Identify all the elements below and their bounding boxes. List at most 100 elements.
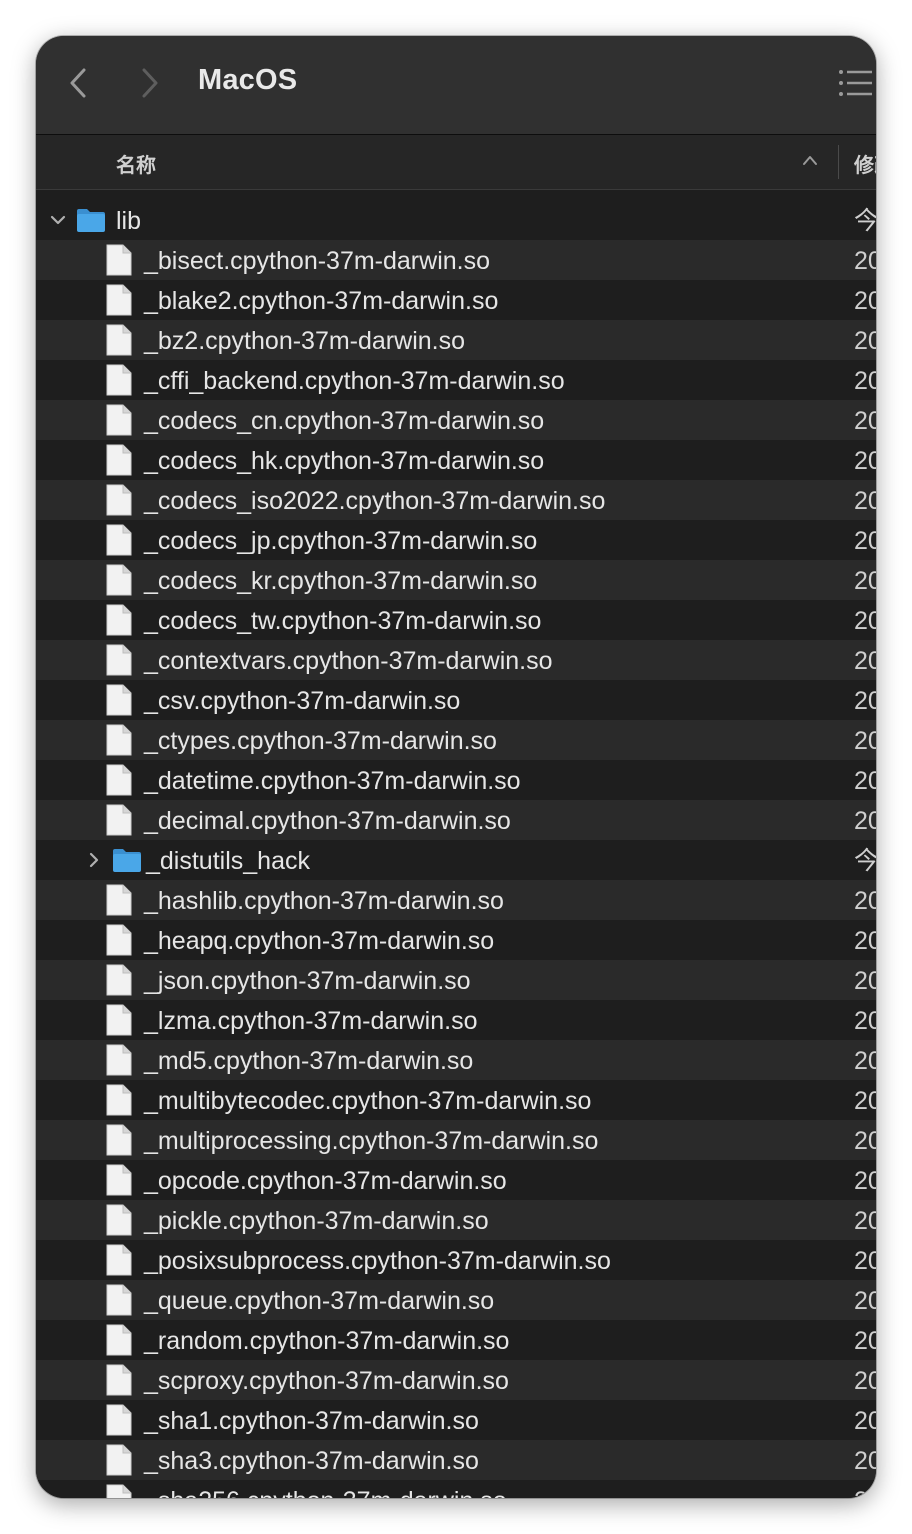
modified-date: 2022: [854, 567, 876, 595]
document-icon: [106, 684, 132, 716]
file-row[interactable]: _queue.cpython-37m-darwin.so 2022: [36, 1280, 876, 1320]
modified-date: 2022: [854, 1247, 876, 1275]
item-name: _json.cpython-37m-darwin.so: [144, 967, 471, 995]
folder-icon: [76, 207, 106, 233]
item-name: _opcode.cpython-37m-darwin.so: [144, 1167, 507, 1195]
file-row[interactable]: _opcode.cpython-37m-darwin.so 2022: [36, 1160, 876, 1200]
modified-date: 2022: [854, 607, 876, 635]
file-row[interactable]: _cffi_backend.cpython-37m-darwin.so 2022: [36, 360, 876, 400]
disclosure-expanded-icon[interactable]: [50, 212, 66, 228]
item-name: _datetime.cpython-37m-darwin.so: [144, 767, 521, 795]
modified-date: 2022: [854, 447, 876, 475]
modified-date: 2022: [854, 727, 876, 755]
item-name: _cffi_backend.cpython-37m-darwin.so: [144, 367, 565, 395]
file-row[interactable]: _sha3.cpython-37m-darwin.so 2022: [36, 1440, 876, 1480]
document-icon: [106, 1284, 132, 1316]
item-name: _heapq.cpython-37m-darwin.so: [144, 927, 495, 955]
modified-date: 2022: [854, 1327, 876, 1355]
file-row[interactable]: _codecs_jp.cpython-37m-darwin.so 2022: [36, 520, 876, 560]
file-row[interactable]: _ctypes.cpython-37m-darwin.so 2022: [36, 720, 876, 760]
disclosure-collapsed-icon[interactable]: [86, 852, 100, 868]
document-icon: [106, 1324, 132, 1356]
file-row[interactable]: _random.cpython-37m-darwin.so 2022: [36, 1320, 876, 1360]
modified-date: 2022: [854, 487, 876, 515]
file-list: lib今天_bisect.cpython-37m-darwin.so2022_b…: [36, 200, 876, 1498]
folder-row[interactable]: lib 今天: [36, 200, 876, 240]
modified-date: 2022: [854, 367, 876, 395]
modified-date: 2022: [854, 687, 876, 715]
document-icon: [106, 404, 132, 436]
file-row[interactable]: _heapq.cpython-37m-darwin.so 2022: [36, 920, 876, 960]
item-name: _codecs_cn.cpython-37m-darwin.so: [144, 407, 545, 435]
file-row[interactable]: _decimal.cpython-37m-darwin.so 2022: [36, 800, 876, 840]
file-row[interactable]: _sha1.cpython-37m-darwin.so 2022: [36, 1400, 876, 1440]
modified-date: 2022: [854, 1447, 876, 1475]
file-row[interactable]: _codecs_iso2022.cpython-37m-darwin.so 202…: [36, 480, 876, 520]
finder-window: MacOS 名称 修改日期 lib 今天 _bisect.cpython-37m-d…: [36, 36, 876, 1498]
document-icon: [106, 724, 132, 756]
file-row[interactable]: _blake2.cpython-37m-darwin.so 2022: [36, 280, 876, 320]
modified-date: 2022: [854, 647, 876, 675]
forward-button[interactable]: [134, 66, 164, 100]
document-icon: [106, 484, 132, 516]
file-row[interactable]: _csv.cpython-37m-darwin.so 2022: [36, 680, 876, 720]
file-row[interactable]: _datetime.cpython-37m-darwin.so 2022: [36, 760, 876, 800]
document-icon: [106, 1204, 132, 1236]
item-name: _queue.cpython-37m-darwin.so: [144, 1287, 495, 1315]
item-name: _posixsubprocess.cpython-37m-darwin.so: [144, 1247, 611, 1275]
file-row[interactable]: _scproxy.cpython-37m-darwin.so 2022: [36, 1360, 876, 1400]
modified-date: 2022: [854, 247, 876, 275]
document-icon: [106, 764, 132, 796]
item-name: _bz2.cpython-37m-darwin.so: [144, 327, 465, 355]
column-divider[interactable]: [838, 145, 839, 179]
list-view-icon: [838, 70, 872, 102]
item-name: _multiprocessing.cpython-37m-darwin.so: [144, 1127, 599, 1155]
modified-date: 2022: [854, 1087, 876, 1115]
modified-column-header[interactable]: 修改日期: [854, 149, 876, 178]
modified-date: 今天: [854, 207, 876, 235]
document-icon: [106, 324, 132, 356]
toolbar: MacOS: [36, 36, 876, 135]
file-row[interactable]: _lzma.cpython-37m-darwin.so 2022: [36, 1000, 876, 1040]
document-icon: [106, 924, 132, 956]
file-row[interactable]: _md5.cpython-37m-darwin.so 2022: [36, 1040, 876, 1080]
file-row[interactable]: _multiprocessing.cpython-37m-darwin.so 20…: [36, 1120, 876, 1160]
folder-row[interactable]: _distutils_hack 今天: [36, 840, 876, 880]
document-icon: [106, 1244, 132, 1276]
file-row[interactable]: _bz2.cpython-37m-darwin.so 2022: [36, 320, 876, 360]
document-icon: [106, 1444, 132, 1476]
file-row[interactable]: _multibytecodec.cpython-37m-darwin.so 202…: [36, 1080, 876, 1120]
modified-date: 2022: [854, 1287, 876, 1315]
name-column-header[interactable]: 名称: [116, 149, 156, 178]
view-options-button[interactable]: [838, 68, 872, 98]
file-row[interactable]: _contextvars.cpython-37m-darwin.so 2022: [36, 640, 876, 680]
file-row[interactable]: _pickle.cpython-37m-darwin.so 2022: [36, 1200, 876, 1240]
file-row[interactable]: _bisect.cpython-37m-darwin.so 2022: [36, 240, 876, 280]
document-icon: [106, 1004, 132, 1036]
item-name: _ctypes.cpython-37m-darwin.so: [144, 727, 497, 755]
modified-date: 2022: [854, 1207, 876, 1235]
modified-date: 2022: [854, 287, 876, 315]
item-name: _codecs_jp.cpython-37m-darwin.so: [144, 527, 538, 555]
document-icon: [106, 964, 132, 996]
item-name: _pickle.cpython-37m-darwin.so: [144, 1207, 489, 1235]
item-name: _hashlib.cpython-37m-darwin.so: [144, 887, 504, 915]
file-row[interactable]: _codecs_kr.cpython-37m-darwin.so 2022: [36, 560, 876, 600]
file-row[interactable]: _codecs_hk.cpython-37m-darwin.so 2022: [36, 440, 876, 480]
back-button[interactable]: [64, 66, 94, 100]
sort-ascending-icon[interactable]: [802, 153, 818, 171]
document-icon: [106, 884, 132, 916]
document-icon: [106, 1364, 132, 1396]
modified-date: 2022: [854, 1007, 876, 1035]
file-row[interactable]: _sha256.cpython-37m-darwin.so 2022: [36, 1480, 876, 1498]
item-name: _bisect.cpython-37m-darwin.so: [144, 247, 490, 275]
file-row[interactable]: _json.cpython-37m-darwin.so 2022: [36, 960, 876, 1000]
file-row[interactable]: _hashlib.cpython-37m-darwin.so 2022: [36, 880, 876, 920]
file-row[interactable]: _posixsubprocess.cpython-37m-darwin.so 20…: [36, 1240, 876, 1280]
item-name: _contextvars.cpython-37m-darwin.so: [144, 647, 553, 675]
document-icon: [106, 1084, 132, 1116]
file-row[interactable]: _codecs_tw.cpython-37m-darwin.so 2022: [36, 600, 876, 640]
modified-date: 2022: [854, 767, 876, 795]
file-row[interactable]: _codecs_cn.cpython-37m-darwin.so 2022: [36, 400, 876, 440]
modified-date: 2022: [854, 1047, 876, 1075]
